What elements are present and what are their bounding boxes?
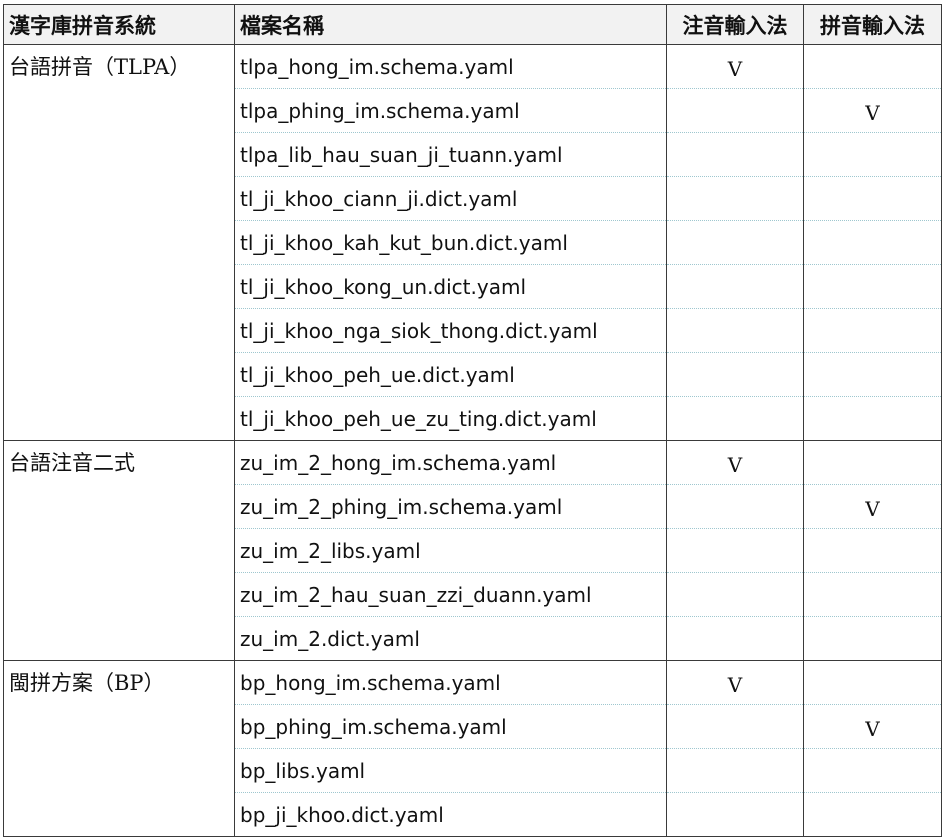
zhuyin-support-cell: V xyxy=(666,440,804,485)
filename-cell: tlpa_phing_im.schema.yaml xyxy=(234,88,667,133)
pinyin-support-cell xyxy=(803,176,942,221)
system-name-cell: 台語注音二式 xyxy=(3,440,235,661)
table-row: 閩拼方案（BP） bp_hong_im.schema.yaml V xyxy=(3,660,942,837)
filename-cell: bp_hong_im.schema.yaml xyxy=(234,660,667,705)
zhuyin-support-cell xyxy=(666,616,804,661)
filename-cell: tl_ji_khoo_nga_siok_thong.dict.yaml xyxy=(234,308,667,353)
zhuyin-support-cell xyxy=(666,792,804,837)
pinyin-support-cell xyxy=(803,132,942,177)
pinyin-support-cell xyxy=(803,220,942,265)
pinyin-support-cell xyxy=(803,616,942,661)
pinyin-support-cell xyxy=(803,792,942,837)
system-name-cell: 閩拼方案（BP） xyxy=(3,660,235,837)
pinyin-support-cell xyxy=(803,660,942,705)
pinyin-support-cell xyxy=(803,396,942,441)
table-row: 台語拼音（TLPA） tlpa_hong_im.schema.yaml V xyxy=(3,44,942,441)
filename-cell: bp_libs.yaml xyxy=(234,748,667,793)
header-zhuyin-ime: 注音輸入法 xyxy=(666,4,804,45)
zhuyin-support-cell xyxy=(666,704,804,749)
header-system: 漢字庫拼音系統 xyxy=(3,4,235,45)
pinyin-support-cell xyxy=(803,748,942,793)
pinyin-support-cell: V xyxy=(803,88,942,133)
pinyin-support-cell xyxy=(803,440,942,485)
filename-cell: tl_ji_khoo_kong_un.dict.yaml xyxy=(234,264,667,309)
header-pinyin-ime: 拼音輸入法 xyxy=(803,4,942,45)
zhuyin-support-cell xyxy=(666,484,804,529)
filename-cell: zu_im_2.dict.yaml xyxy=(234,616,667,661)
zhuyin-support-cell xyxy=(666,176,804,221)
zhuyin-support-cell xyxy=(666,352,804,397)
pinyin-support-cell xyxy=(803,528,942,573)
zhuyin-support-cell xyxy=(666,528,804,573)
filename-cell: zu_im_2_libs.yaml xyxy=(234,528,667,573)
pinyin-support-cell xyxy=(803,308,942,353)
zhuyin-support-cell xyxy=(666,132,804,177)
filename-cell: tl_ji_khoo_peh_ue.dict.yaml xyxy=(234,352,667,397)
zhuyin-support-cell xyxy=(666,220,804,265)
pinyin-support-cell: V xyxy=(803,484,942,529)
filename-cell: tl_ji_khoo_kah_kut_bun.dict.yaml xyxy=(234,220,667,265)
filename-cell: zu_im_2_hau_suan_zzi_duann.yaml xyxy=(234,572,667,617)
zhuyin-support-cell xyxy=(666,88,804,133)
filename-cell: zu_im_2_phing_im.schema.yaml xyxy=(234,484,667,529)
header-row: 漢字庫拼音系統 檔案名稱 注音輸入法 拼音輸入法 xyxy=(3,4,942,45)
zhuyin-support-cell: V xyxy=(666,44,804,89)
zhuyin-support-cell xyxy=(666,396,804,441)
pinyin-support-cell xyxy=(803,44,942,89)
table-body: 台語拼音（TLPA） tlpa_hong_im.schema.yaml Vtlpa_… xyxy=(3,44,942,837)
zhuyin-support-cell: V xyxy=(666,660,804,705)
pinyin-support-cell xyxy=(803,572,942,617)
filename-cell: bp_ji_khoo.dict.yaml xyxy=(234,792,667,837)
filename-cell: tlpa_hong_im.schema.yaml xyxy=(234,44,667,89)
schema-file-table: 漢字庫拼音系統 檔案名稱 注音輸入法 拼音輸入法 台語拼音（TLPA） tlpa_… xyxy=(3,4,942,837)
pinyin-support-cell xyxy=(803,264,942,309)
header-filename: 檔案名稱 xyxy=(234,4,667,45)
filename-cell: bp_phing_im.schema.yaml xyxy=(234,704,667,749)
filename-cell: tl_ji_khoo_ciann_ji.dict.yaml xyxy=(234,176,667,221)
filename-cell: zu_im_2_hong_im.schema.yaml xyxy=(234,440,667,485)
system-name-cell: 台語拼音（TLPA） xyxy=(3,44,235,441)
filename-cell: tl_ji_khoo_peh_ue_zu_ting.dict.yaml xyxy=(234,396,667,441)
zhuyin-support-cell xyxy=(666,308,804,353)
pinyin-support-cell: V xyxy=(803,704,942,749)
pinyin-support-cell xyxy=(803,352,942,397)
zhuyin-support-cell xyxy=(666,572,804,617)
filename-cell: tlpa_lib_hau_suan_ji_tuann.yaml xyxy=(234,132,667,177)
zhuyin-support-cell xyxy=(666,264,804,309)
zhuyin-support-cell xyxy=(666,748,804,793)
table-row: 台語注音二式 zu_im_2_hong_im.schema.yaml V xyxy=(3,440,942,661)
